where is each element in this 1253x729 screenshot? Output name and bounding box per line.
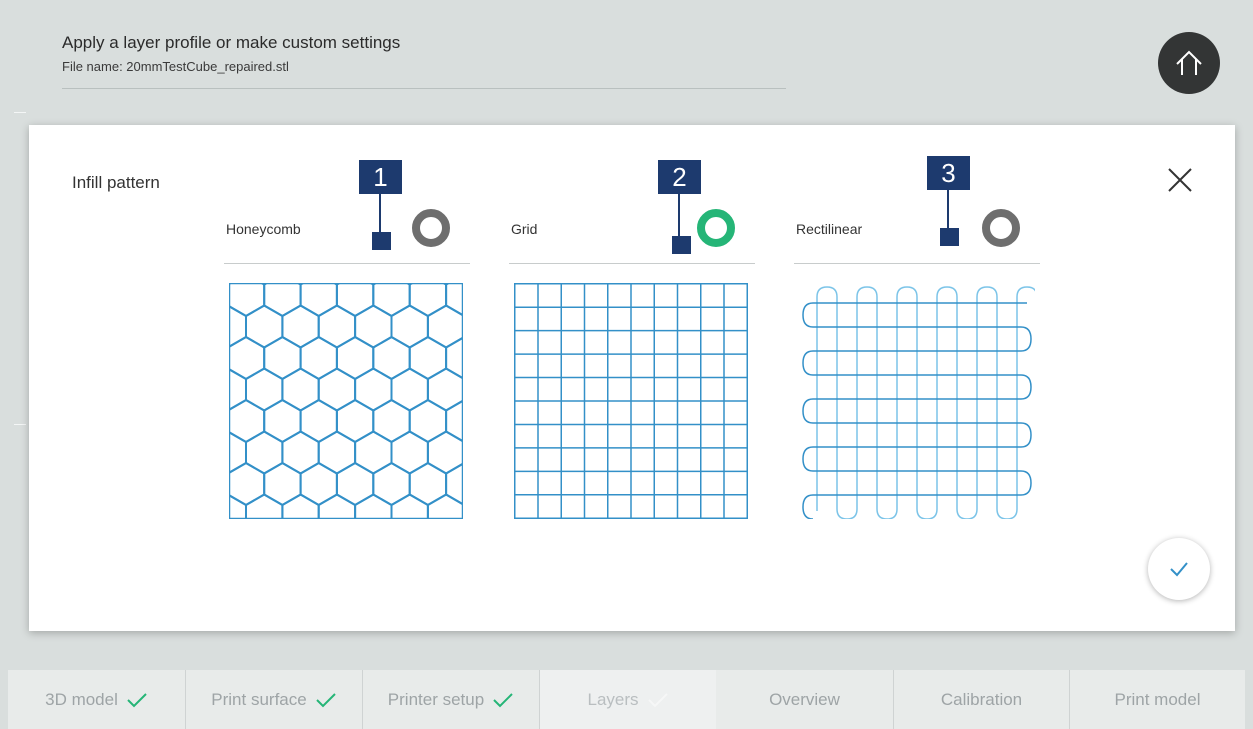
step-label: Print model bbox=[1114, 689, 1201, 709]
checkmark-icon bbox=[647, 692, 668, 707]
hex-cell bbox=[317, 493, 357, 519]
section-label: Infill pattern bbox=[72, 173, 160, 192]
option-label: Honeycomb bbox=[226, 221, 301, 237]
grid-radio[interactable] bbox=[697, 209, 735, 247]
callout-badge-1: 1 bbox=[359, 160, 402, 194]
callout-line bbox=[947, 190, 949, 228]
rectilinear-pattern-image bbox=[802, 286, 1035, 519]
hex-cell bbox=[335, 283, 375, 318]
infill-option-rectilinear[interactable]: Rectilinear bbox=[794, 203, 1040, 519]
option-header[interactable]: Grid bbox=[509, 203, 755, 264]
step-printer-setup[interactable]: Printer setup bbox=[362, 670, 539, 729]
page-header: Apply a layer profile or make custom set… bbox=[62, 32, 786, 89]
callout-marker bbox=[372, 232, 391, 250]
step-print-surface[interactable]: Print surface bbox=[185, 670, 362, 729]
grid-pattern-image bbox=[514, 283, 748, 519]
step-print-model[interactable]: Print model bbox=[1069, 670, 1245, 729]
hex-cell bbox=[281, 493, 320, 519]
infill-dialog: Infill pattern Honeycomb Grid Rectilinea… bbox=[29, 125, 1235, 631]
hex-cell bbox=[245, 493, 284, 519]
infill-option-grid[interactable]: Grid bbox=[509, 203, 755, 519]
step-layers[interactable]: Layers bbox=[539, 670, 716, 729]
checkmark-icon bbox=[1170, 562, 1188, 577]
checkmark-icon bbox=[493, 692, 513, 707]
step-label: Print surface bbox=[211, 689, 307, 709]
vertical-infill-path bbox=[816, 286, 1035, 519]
callout-line bbox=[379, 194, 381, 232]
hex-cell bbox=[229, 283, 266, 318]
step-label: Overview bbox=[769, 689, 840, 709]
step-label: Printer setup bbox=[387, 689, 485, 709]
step-3d-model[interactable]: 3D model bbox=[8, 670, 185, 729]
hex-cell bbox=[390, 493, 429, 519]
callout-line bbox=[678, 194, 680, 236]
callout-badge-2: 2 bbox=[658, 160, 701, 194]
rectilinear-radio[interactable] bbox=[982, 209, 1020, 247]
callout-badge-3: 3 bbox=[927, 156, 970, 190]
hex-cell bbox=[299, 283, 338, 318]
infill-option-honeycomb[interactable]: Honeycomb bbox=[224, 203, 470, 519]
step-calibration[interactable]: Calibration bbox=[893, 670, 1069, 729]
home-button[interactable] bbox=[1158, 32, 1220, 94]
callout-marker bbox=[940, 228, 959, 246]
hex-cell bbox=[408, 283, 448, 318]
option-label: Grid bbox=[511, 221, 538, 237]
file-name-label: File name: 20mmTestCube_repaired.stl bbox=[62, 59, 289, 74]
close-button[interactable] bbox=[1165, 165, 1195, 195]
scroll-tick bbox=[14, 112, 26, 113]
confirm-button[interactable] bbox=[1148, 538, 1210, 600]
option-header[interactable]: Honeycomb bbox=[224, 203, 470, 264]
step-label: 3D model bbox=[45, 689, 118, 709]
option-label: Rectilinear bbox=[796, 221, 863, 237]
hex-cell bbox=[426, 493, 463, 519]
hex-cell bbox=[229, 494, 247, 519]
page-title: Apply a layer profile or make custom set… bbox=[62, 33, 401, 52]
workflow-steps-bar: 3D model Print surface Printer setup Lay… bbox=[8, 670, 1245, 729]
callout-marker bbox=[672, 236, 691, 254]
hex-cell bbox=[354, 493, 393, 519]
honeycomb-radio[interactable] bbox=[412, 209, 450, 247]
hex-cell bbox=[263, 283, 302, 318]
step-overview[interactable]: Overview bbox=[716, 670, 893, 729]
option-header[interactable]: Rectilinear bbox=[794, 203, 1040, 264]
step-label: Layers bbox=[587, 689, 639, 709]
hex-cell bbox=[372, 283, 411, 318]
checkmark-icon bbox=[127, 692, 147, 707]
step-label: Calibration bbox=[940, 689, 1023, 709]
close-icon bbox=[1168, 168, 1192, 192]
scroll-tick bbox=[14, 424, 26, 425]
honeycomb-pattern-image bbox=[229, 283, 463, 519]
home-icon bbox=[1176, 50, 1202, 75]
checkmark-icon bbox=[316, 692, 336, 707]
